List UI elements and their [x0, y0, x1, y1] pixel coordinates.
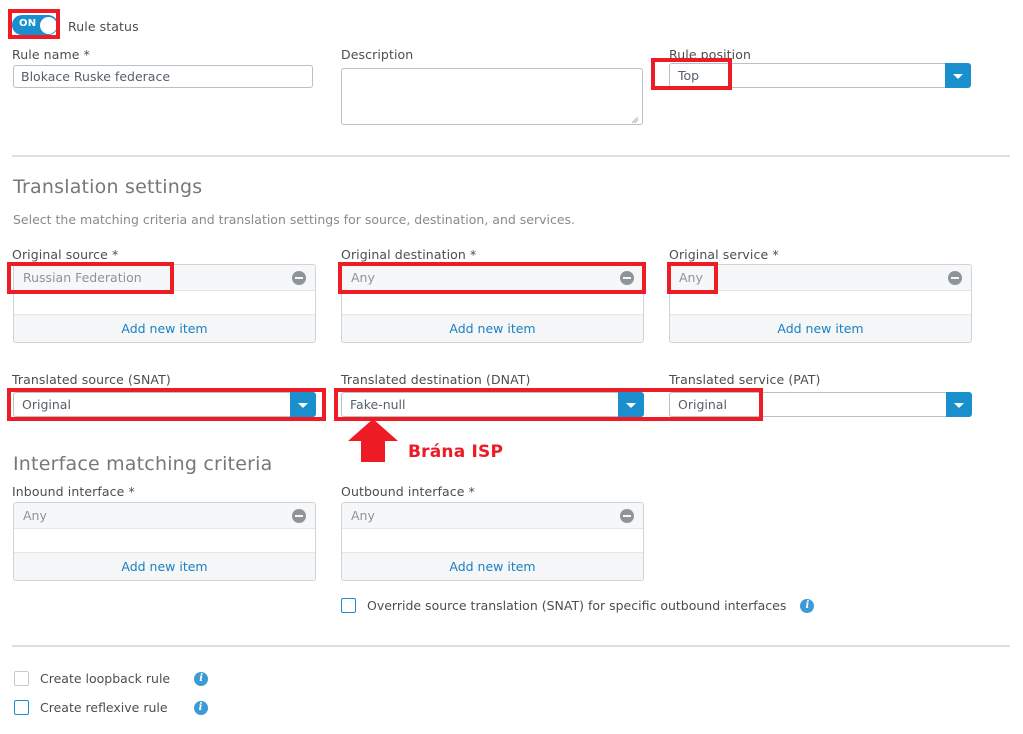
outbound-interface-label: Outbound interface *	[341, 484, 475, 499]
rule-name-input[interactable]: Blokace Ruske federace	[13, 65, 313, 88]
original-destination-item-value: Any	[351, 270, 375, 285]
list-item[interactable]: Any	[342, 265, 643, 291]
translated-service-select[interactable]: Original	[669, 392, 972, 417]
translated-destination-label: Translated destination (DNAT)	[341, 372, 531, 387]
create-reflexive-rule-label: Create reflexive rule	[40, 700, 168, 715]
resize-grip-icon[interactable]	[630, 113, 640, 123]
divider-bottom	[12, 645, 1010, 647]
toggle-knob	[39, 16, 57, 34]
create-loopback-rule-checkbox[interactable]	[14, 671, 29, 686]
rule-status-label: Rule status	[68, 19, 139, 34]
itembox-filler	[14, 291, 315, 315]
remove-item-icon[interactable]	[292, 270, 306, 285]
original-source-add-new[interactable]: Add new item	[14, 315, 315, 342]
inbound-interface-add-new[interactable]: Add new item	[14, 553, 315, 580]
rule-name-label: Rule name *	[12, 47, 90, 62]
info-icon[interactable]: i	[800, 598, 815, 613]
itembox-filler	[342, 529, 643, 553]
outbound-interface-item-value: Any	[351, 508, 375, 523]
description-textarea[interactable]	[341, 68, 643, 125]
rule-position-label: Rule position	[669, 47, 751, 62]
override-snat-label: Override source translation (SNAT) for s…	[367, 598, 787, 613]
inbound-interface-label: Inbound interface *	[12, 484, 135, 499]
original-service-label: Original service *	[669, 247, 779, 262]
rule-position-select[interactable]: Top	[669, 63, 971, 88]
original-source-itembox: Russian Federation Add new item	[13, 264, 316, 343]
info-icon[interactable]: i	[194, 671, 209, 686]
info-icon[interactable]: i	[193, 700, 208, 715]
list-item[interactable]: Any	[670, 265, 971, 291]
remove-item-icon[interactable]	[292, 508, 306, 523]
original-service-add-new[interactable]: Add new item	[670, 315, 971, 342]
list-item[interactable]: Any	[14, 503, 315, 529]
original-service-itembox: Any Add new item	[669, 264, 972, 343]
inbound-interface-itembox: Any Add new item	[13, 502, 316, 581]
original-source-item-value: Russian Federation	[23, 270, 142, 285]
itembox-filler	[670, 291, 971, 315]
translated-source-value[interactable]: Original	[13, 392, 290, 417]
original-source-label: Original source *	[12, 247, 119, 262]
remove-item-icon[interactable]	[620, 270, 634, 285]
create-loopback-rule-label: Create loopback rule	[40, 671, 171, 686]
chevron-down-icon[interactable]	[946, 392, 972, 417]
translated-source-select[interactable]: Original	[13, 392, 316, 417]
create-reflexive-rule-row: Create reflexive rule i	[14, 700, 208, 715]
description-label: Description	[341, 47, 414, 62]
create-loopback-rule-row: Create loopback rule i	[14, 671, 209, 686]
create-reflexive-rule-checkbox[interactable]	[14, 700, 29, 715]
translated-destination-select[interactable]: Fake-null	[341, 392, 644, 417]
up-arrow-annotation-icon	[348, 419, 398, 462]
translated-source-label: Translated source (SNAT)	[12, 372, 171, 387]
interface-matching-title: Interface matching criteria	[13, 453, 273, 475]
itembox-filler	[342, 291, 643, 315]
list-item[interactable]: Any	[342, 503, 643, 529]
annotation-callout-text: Brána ISP	[408, 442, 504, 462]
override-snat-checkbox[interactable]	[341, 598, 356, 613]
chevron-down-icon[interactable]	[618, 392, 644, 417]
original-destination-itembox: Any Add new item	[341, 264, 644, 343]
chevron-down-icon[interactable]	[290, 392, 316, 417]
translated-service-value[interactable]: Original	[669, 392, 946, 417]
nat-rule-form: ON Rule status Rule name * Blokace Ruske…	[0, 0, 1023, 734]
original-destination-add-new[interactable]: Add new item	[342, 315, 643, 342]
inbound-interface-item-value: Any	[23, 508, 47, 523]
translated-destination-value[interactable]: Fake-null	[341, 392, 618, 417]
translation-settings-subtitle: Select the matching criteria and transla…	[13, 212, 576, 227]
translated-service-label: Translated service (PAT)	[669, 372, 821, 387]
remove-item-icon[interactable]	[620, 508, 634, 523]
itembox-filler	[14, 529, 315, 553]
chevron-down-icon[interactable]	[945, 63, 971, 88]
rule-status-toggle[interactable]: ON	[12, 15, 58, 35]
rule-status-toggle-label: ON	[19, 18, 37, 29]
outbound-interface-add-new[interactable]: Add new item	[342, 553, 643, 580]
override-snat-row: Override source translation (SNAT) for s…	[341, 598, 815, 613]
rule-position-value[interactable]: Top	[669, 63, 945, 88]
outbound-interface-itembox: Any Add new item	[341, 502, 644, 581]
original-service-item-value: Any	[679, 270, 703, 285]
list-item[interactable]: Russian Federation	[14, 265, 315, 291]
remove-item-icon[interactable]	[948, 270, 962, 285]
divider-top	[12, 155, 1010, 157]
translation-settings-title: Translation settings	[13, 176, 203, 198]
original-destination-label: Original destination *	[341, 247, 477, 262]
